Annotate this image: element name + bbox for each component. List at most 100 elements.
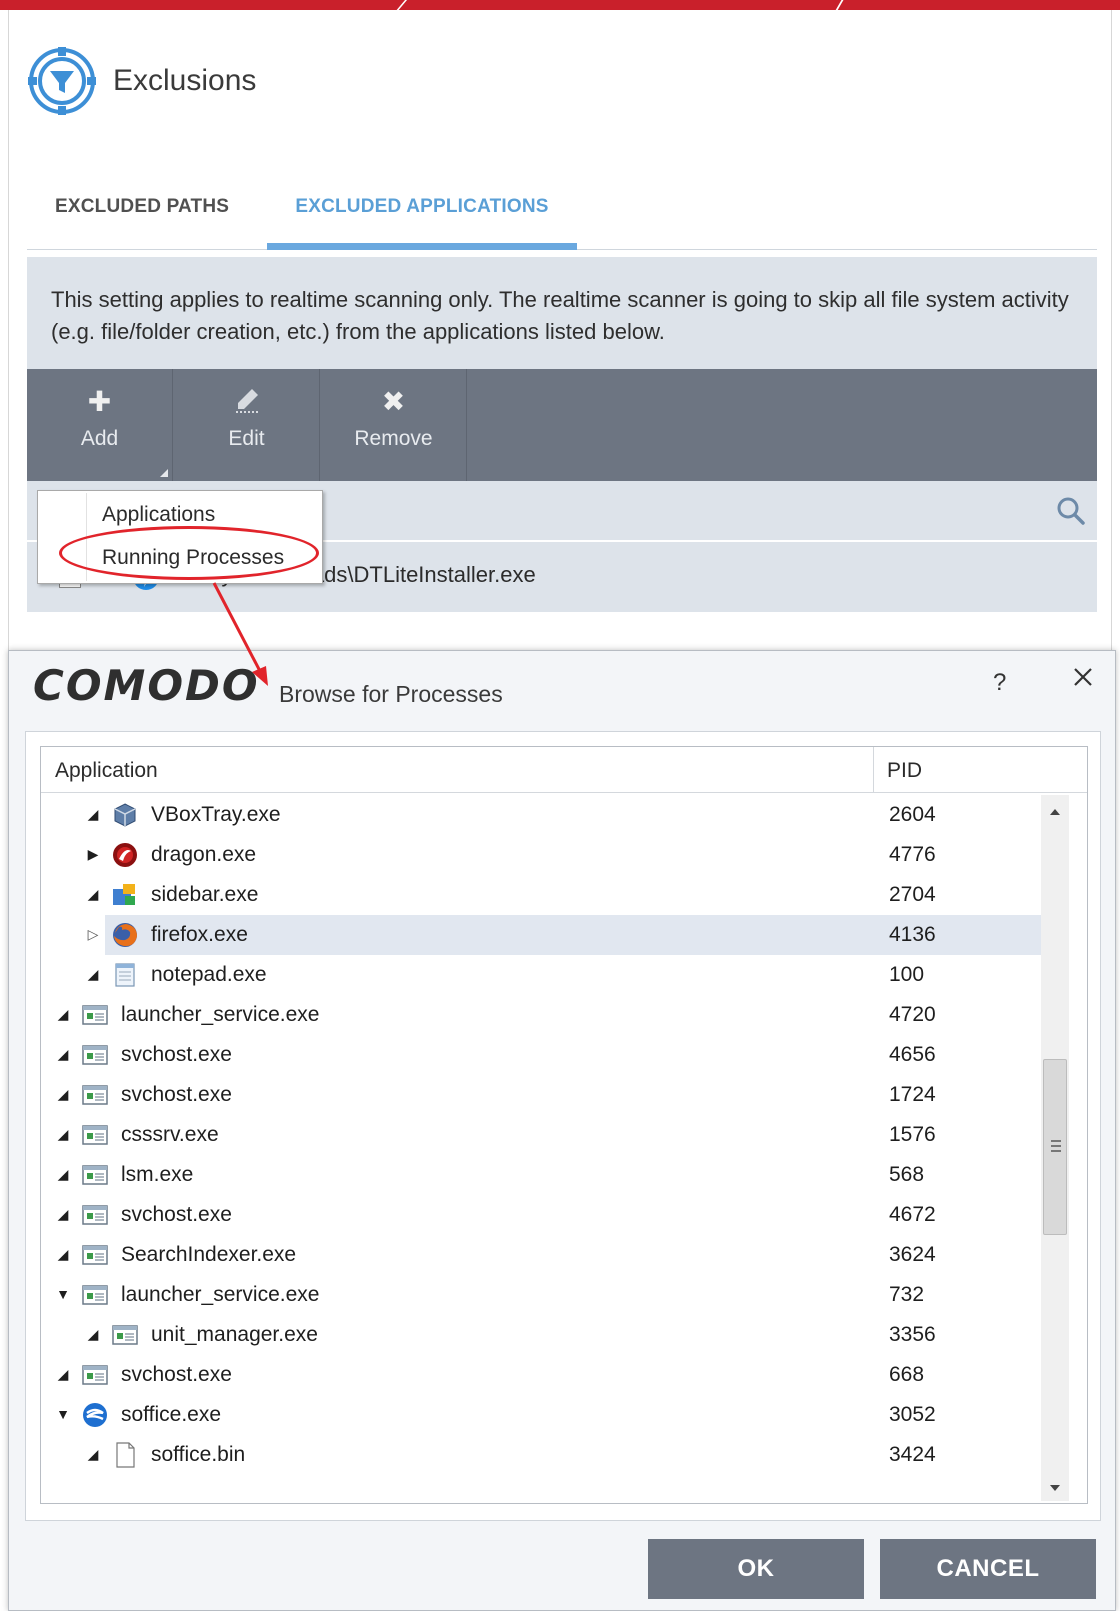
- process-pid: 668: [889, 1363, 925, 1386]
- expand-arrow-icon[interactable]: ◢: [55, 1365, 71, 1383]
- expand-arrow-icon[interactable]: ◢: [55, 1085, 71, 1103]
- process-row[interactable]: ◢ notepad.exe 100: [41, 955, 1041, 995]
- cancel-button[interactable]: CANCEL: [880, 1539, 1096, 1599]
- process-row[interactable]: ▼ launcher_service.exe 732: [41, 1275, 1041, 1315]
- process-name: dragon.exe: [151, 843, 257, 866]
- scroll-up-arrow-icon[interactable]: [1050, 809, 1060, 815]
- expand-arrow-icon[interactable]: ◢: [55, 1005, 71, 1023]
- remove-button[interactable]: ✖ Remove: [321, 369, 467, 481]
- process-row[interactable]: ◢ lsm.exe 568: [41, 1155, 1041, 1195]
- process-row[interactable]: ◢ sidebar.exe 2704: [41, 875, 1041, 915]
- process-row[interactable]: ▼ soffice.exe 3052: [41, 1395, 1041, 1435]
- process-pid: 2604: [889, 803, 936, 826]
- file-icon: [111, 1441, 139, 1469]
- tab-excluded-paths[interactable]: EXCLUDED PATHS: [55, 170, 229, 250]
- process-pid: 568: [889, 1163, 925, 1186]
- ok-button[interactable]: OK: [648, 1539, 864, 1599]
- scroll-down-arrow-icon[interactable]: [1050, 1485, 1060, 1491]
- x-icon: ✖: [381, 386, 406, 417]
- process-name: VBoxTray.exe: [151, 803, 281, 826]
- process-name: SearchIndexer.exe: [121, 1243, 297, 1266]
- process-name: sidebar.exe: [151, 883, 259, 906]
- exclusions-filter-icon: [28, 47, 96, 115]
- process-pid: 1724: [889, 1083, 936, 1106]
- process-row[interactable]: ▶ dragon.exe 4776: [41, 835, 1041, 875]
- add-button[interactable]: ✚ Add: [27, 369, 173, 481]
- window-icon: [81, 1041, 109, 1069]
- exclusions-header: Exclusions: [27, 46, 256, 116]
- process-name: lsm.exe: [121, 1163, 194, 1186]
- expand-arrow-icon[interactable]: ◢: [85, 965, 101, 983]
- process-pid: 100: [889, 963, 925, 986]
- process-name: svchost.exe: [121, 1363, 232, 1386]
- process-name: svchost.exe: [121, 1203, 232, 1226]
- process-pid: 2704: [889, 883, 936, 906]
- dropdown-corner-icon: [160, 469, 168, 477]
- close-icon[interactable]: [1069, 663, 1097, 691]
- process-pid: 4672: [889, 1203, 936, 1226]
- collapse-arrow-icon[interactable]: ▼: [55, 1405, 71, 1423]
- process-name: unit_manager.exe: [151, 1323, 318, 1346]
- top-accent-bar: [0, 0, 1120, 12]
- process-row[interactable]: ◢ SearchIndexer.exe 3624: [41, 1235, 1041, 1275]
- process-row[interactable]: ◢ launcher_service.exe 4720: [41, 995, 1041, 1035]
- process-pid: 3052: [889, 1403, 936, 1426]
- scroll-thumb[interactable]: [1043, 1059, 1067, 1235]
- window-icon: [81, 1121, 109, 1149]
- expand-arrow-icon[interactable]: ◢: [55, 1045, 71, 1063]
- process-name: soffice.bin: [151, 1443, 246, 1466]
- process-row[interactable]: ◢ csssrv.exe 1576: [41, 1115, 1041, 1155]
- expand-arrow-icon[interactable]: ◢: [85, 805, 101, 823]
- notepad-icon: [111, 961, 139, 989]
- process-row[interactable]: ▷ firefox.exe 4136: [41, 915, 1041, 955]
- info-text: This setting applies to realtime scannin…: [27, 257, 1097, 369]
- process-row[interactable]: ◢ svchost.exe 4656: [41, 1035, 1041, 1075]
- process-pid: 4720: [889, 1003, 936, 1026]
- process-pid: 4776: [889, 843, 936, 866]
- process-row[interactable]: ◢ soffice.bin 3424: [41, 1435, 1041, 1475]
- process-name: launcher_service.exe: [121, 1283, 320, 1306]
- column-separator[interactable]: [873, 747, 874, 793]
- comodo-logo: COMODO: [33, 661, 260, 710]
- menu-item-applications[interactable]: Applications: [102, 503, 215, 527]
- process-name: soffice.exe: [121, 1403, 222, 1426]
- window-icon: [111, 1321, 139, 1349]
- grip-icon: [1051, 1140, 1061, 1152]
- expand-arrow-icon[interactable]: ◢: [55, 1205, 71, 1223]
- expand-arrow-icon[interactable]: ◢: [55, 1165, 71, 1183]
- process-pid: 1576: [889, 1123, 936, 1146]
- process-row[interactable]: ◢ VBoxTray.exe 2604: [41, 795, 1041, 835]
- window-icon: [81, 1241, 109, 1269]
- help-button[interactable]: ?: [993, 669, 1006, 697]
- dragon-icon: [111, 841, 139, 869]
- tab-excluded-applications[interactable]: EXCLUDED APPLICATIONS: [267, 170, 577, 250]
- expand-arrow-icon[interactable]: ◢: [85, 1325, 101, 1343]
- firefox-icon: [111, 921, 139, 949]
- process-name: svchost.exe: [121, 1043, 232, 1066]
- collapse-arrow-icon[interactable]: ▼: [55, 1285, 71, 1303]
- exclusions-toolbar: ✚ Add Edit ✖ Remove: [27, 369, 1097, 481]
- window-icon: [81, 1161, 109, 1189]
- expand-arrow-icon[interactable]: ◢: [85, 885, 101, 903]
- column-header-pid[interactable]: PID: [887, 759, 922, 783]
- vbox-icon: [111, 801, 139, 829]
- expand-arrow-icon[interactable]: ◢: [85, 1445, 101, 1463]
- edit-button-label: Edit: [228, 427, 265, 450]
- process-row[interactable]: ◢ svchost.exe 1724: [41, 1075, 1041, 1115]
- expand-arrow-icon[interactable]: ▶: [85, 845, 101, 863]
- expand-arrow-icon[interactable]: ▷: [85, 925, 101, 943]
- edit-button[interactable]: Edit: [174, 369, 320, 481]
- column-header-application[interactable]: Application: [55, 759, 158, 783]
- expand-arrow-icon[interactable]: ◢: [55, 1245, 71, 1263]
- process-row[interactable]: ◢ unit_manager.exe 3356: [41, 1315, 1041, 1355]
- search-icon[interactable]: [1055, 495, 1087, 527]
- process-name: launcher_service.exe: [121, 1003, 320, 1026]
- expand-arrow-icon[interactable]: ◢: [55, 1125, 71, 1143]
- vertical-scrollbar[interactable]: [1041, 795, 1069, 1501]
- exclusions-tabs: EXCLUDED PATHS EXCLUDED APPLICATIONS: [27, 170, 1097, 250]
- soffice-icon: [81, 1401, 109, 1429]
- sidebar-icon: [111, 881, 139, 909]
- process-row[interactable]: ◢ svchost.exe 668: [41, 1355, 1041, 1395]
- process-row[interactable]: ◢ svchost.exe 4672: [41, 1195, 1041, 1235]
- window-icon: [81, 1001, 109, 1029]
